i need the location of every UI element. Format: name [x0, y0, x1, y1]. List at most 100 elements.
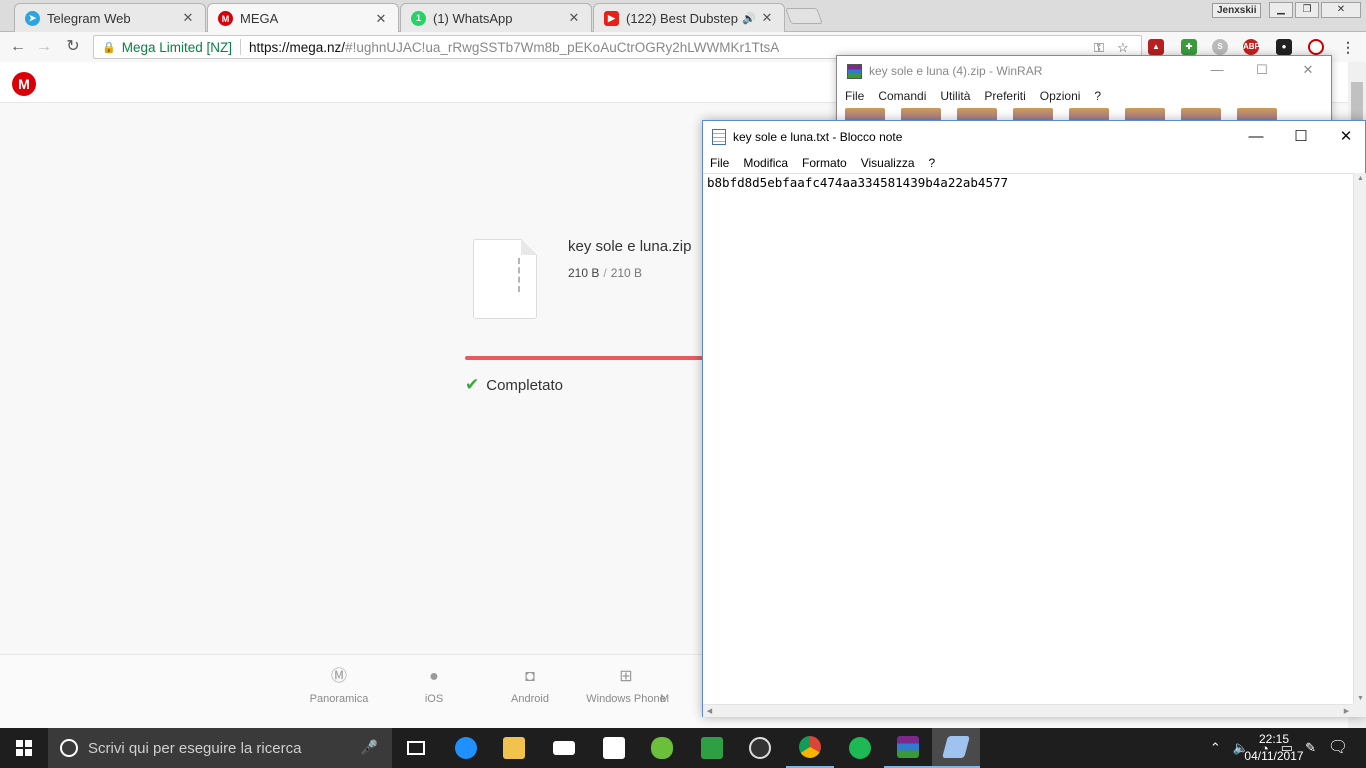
winrar-title: key sole e luna (4).zip - WinRAR	[869, 64, 1043, 78]
notepad-titlebar[interactable]: key sole e luna.txt - Blocco note — ☐ ✕	[703, 121, 1365, 153]
winrar-menu: File Comandi Utilità Preferiti Opzioni ?	[837, 86, 1331, 106]
tab-title: (1) WhatsApp	[433, 10, 513, 26]
browser-tab-strip: ➤ Telegram Web ✕ M MEGA ✕ 1 (1) WhatsApp…	[0, 0, 1366, 33]
windows-taskbar: Scrivi qui per eseguire la ricerca 🎤 ⌃ 🔈…	[0, 728, 1366, 768]
checkmark-icon: ✔	[465, 375, 480, 394]
menu-help[interactable]: ?	[929, 156, 936, 170]
microphone-icon[interactable]: 🎤	[361, 739, 378, 756]
chevron-up-icon[interactable]: ⌃	[1210, 740, 1221, 756]
tab-mega[interactable]: M MEGA ✕	[207, 3, 399, 33]
obs-icon[interactable]	[736, 728, 784, 768]
tab-whatsapp[interactable]: 1 (1) WhatsApp ✕	[400, 3, 592, 32]
notepad-text-area[interactable]: b8bfd8d5ebfaafc474aa334581439b4a22ab4577	[703, 173, 1353, 704]
task-view-icon[interactable]	[392, 728, 440, 768]
file-name: key sole e luna.zip	[568, 238, 692, 255]
forward-arrow-icon[interactable]: →	[34, 37, 54, 57]
vertical-scrollbar[interactable]: ▲ ▼	[1353, 173, 1366, 704]
reload-icon[interactable]: ↻	[63, 37, 83, 57]
windows-logo-icon	[16, 740, 32, 756]
store-icon[interactable]	[590, 728, 638, 768]
time-text: 22:15	[1258, 732, 1290, 746]
lock-icon: 🔒	[102, 41, 116, 54]
menu-comandi[interactable]: Comandi	[878, 89, 926, 103]
footer-ios[interactable]: ● iOS	[384, 667, 484, 705]
winrar-icon	[847, 63, 862, 79]
tab-close-icon[interactable]: ✕	[374, 11, 388, 27]
search-placeholder: Scrivi qui per eseguire la ricerca	[88, 739, 302, 757]
whatsapp-icon: 1	[411, 10, 426, 26]
mega-icon: Ⓜ	[330, 668, 347, 685]
maximize-button[interactable]: ☐	[1278, 121, 1324, 153]
tab-close-icon[interactable]: ✕	[760, 10, 774, 26]
skype-icon[interactable]: S	[1212, 39, 1228, 55]
close-button[interactable]: ✕	[1323, 121, 1366, 153]
taskbar-clock[interactable]: 22:15 04/11/2017	[1240, 731, 1308, 765]
back-arrow-icon[interactable]: ←	[8, 37, 28, 57]
minimize-button[interactable]: —	[1233, 121, 1279, 153]
minimize-button[interactable]: ▁	[1269, 2, 1293, 18]
menu-modifica[interactable]: Modifica	[743, 156, 788, 170]
scroll-up-icon[interactable]: ▲	[1354, 175, 1366, 182]
notes-app-icon[interactable]	[688, 728, 736, 768]
menu-dots-icon[interactable]: ⋮	[1340, 39, 1356, 55]
close-button[interactable]: ✕	[1321, 2, 1361, 18]
tab-close-icon[interactable]: ✕	[567, 10, 581, 26]
notepad-window: key sole e luna.txt - Blocco note — ☐ ✕ …	[702, 120, 1366, 717]
footer-android[interactable]: ◘ Android	[480, 667, 580, 705]
horizontal-scrollbar[interactable]: ◀ ▶	[703, 704, 1353, 717]
menu-help[interactable]: ?	[1094, 89, 1101, 103]
extension-icon[interactable]: ●	[1276, 39, 1292, 55]
menu-utilita[interactable]: Utilità	[940, 89, 970, 103]
menu-formato[interactable]: Formato	[802, 156, 847, 170]
chrome-icon[interactable]	[786, 728, 834, 768]
notepad-menu: File Modifica Formato Visualizza ?	[703, 153, 1365, 173]
youtube-icon: ▶	[604, 10, 619, 26]
adblock-icon[interactable]: ABP	[1243, 39, 1260, 55]
speaker-icon: 🔊	[742, 12, 756, 25]
tab-title: (122) Best Dubstep M	[626, 10, 743, 26]
footer-more[interactable]: M	[660, 667, 700, 705]
tab-youtube[interactable]: ▶ (122) Best Dubstep M 🔊 ✕	[593, 3, 785, 32]
maximize-button[interactable]: ☐	[1252, 62, 1272, 78]
extension-icon[interactable]: ✚	[1181, 39, 1197, 55]
date-text: 04/11/2017	[1244, 749, 1304, 763]
android-icon: ◘	[525, 668, 535, 685]
menu-opzioni[interactable]: Opzioni	[1040, 89, 1081, 103]
spotify-icon[interactable]	[836, 728, 884, 768]
file-explorer-icon[interactable]	[490, 728, 538, 768]
telegram-icon: ➤	[25, 10, 40, 26]
extension-icon[interactable]: ▲	[1148, 39, 1164, 55]
tab-title: MEGA	[240, 11, 279, 26]
tab-telegram[interactable]: ➤ Telegram Web ✕	[14, 3, 206, 32]
edge-icon[interactable]	[442, 728, 490, 768]
notepad-taskbar-icon[interactable]	[932, 728, 980, 768]
action-center-icon[interactable]: 🗨	[1318, 728, 1358, 768]
cloud-app-icon[interactable]	[638, 728, 686, 768]
menu-file[interactable]: File	[710, 156, 729, 170]
winrar-taskbar-icon[interactable]	[884, 728, 932, 768]
footer-panoramica[interactable]: Ⓜ Panoramica	[289, 667, 389, 705]
profile-button[interactable]: Jenxskii	[1212, 3, 1262, 18]
restore-button[interactable]: ❐	[1295, 2, 1319, 18]
taskbar-search-box[interactable]: Scrivi qui per eseguire la ricerca 🎤	[48, 728, 392, 768]
tab-close-icon[interactable]: ✕	[181, 10, 195, 26]
minimize-button[interactable]: —	[1207, 62, 1227, 77]
mega-icon: M	[218, 11, 233, 26]
security-label: Mega Limited [NZ]	[121, 39, 232, 55]
mega-logo[interactable]: M	[12, 72, 36, 96]
scroll-left-icon[interactable]: ◀	[703, 707, 716, 715]
scroll-right-icon[interactable]: ▶	[1340, 707, 1353, 715]
bookmark-star-icon[interactable]: ☆	[1117, 40, 1129, 56]
menu-file[interactable]: File	[845, 89, 864, 103]
start-button[interactable]	[0, 728, 48, 768]
key-icon[interactable]: ⚿	[1094, 40, 1104, 56]
url-text: https://mega.nz/#!ughnUJAC!ua_rRwgSSTb7W…	[249, 39, 780, 55]
mail-icon[interactable]	[540, 728, 588, 768]
block-icon[interactable]	[1308, 39, 1324, 55]
notepad-icon	[712, 129, 726, 145]
new-tab-button[interactable]	[785, 8, 823, 24]
menu-preferiti[interactable]: Preferiti	[984, 89, 1025, 103]
menu-visualizza[interactable]: Visualizza	[861, 156, 915, 170]
scroll-down-icon[interactable]: ▼	[1354, 695, 1366, 702]
close-button[interactable]: ✕	[1298, 62, 1318, 78]
